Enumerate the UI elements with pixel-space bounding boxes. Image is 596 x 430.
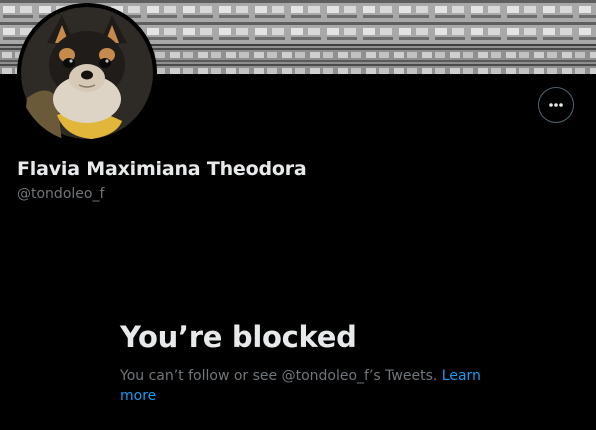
blocked-message-text: You can’t follow or see @tondoleo_f’s Tw… (120, 368, 438, 384)
more-options-button[interactable] (538, 87, 574, 123)
more-horizontal-icon (549, 103, 563, 107)
display-name: Flavia Maximiana Theodora (17, 158, 307, 180)
user-handle: @tondoleo_f (17, 186, 105, 202)
blocked-message: You can’t follow or see @tondoleo_f’s Tw… (120, 366, 490, 406)
blocked-title: You’re blocked (120, 320, 357, 354)
profile-avatar[interactable] (17, 3, 157, 143)
